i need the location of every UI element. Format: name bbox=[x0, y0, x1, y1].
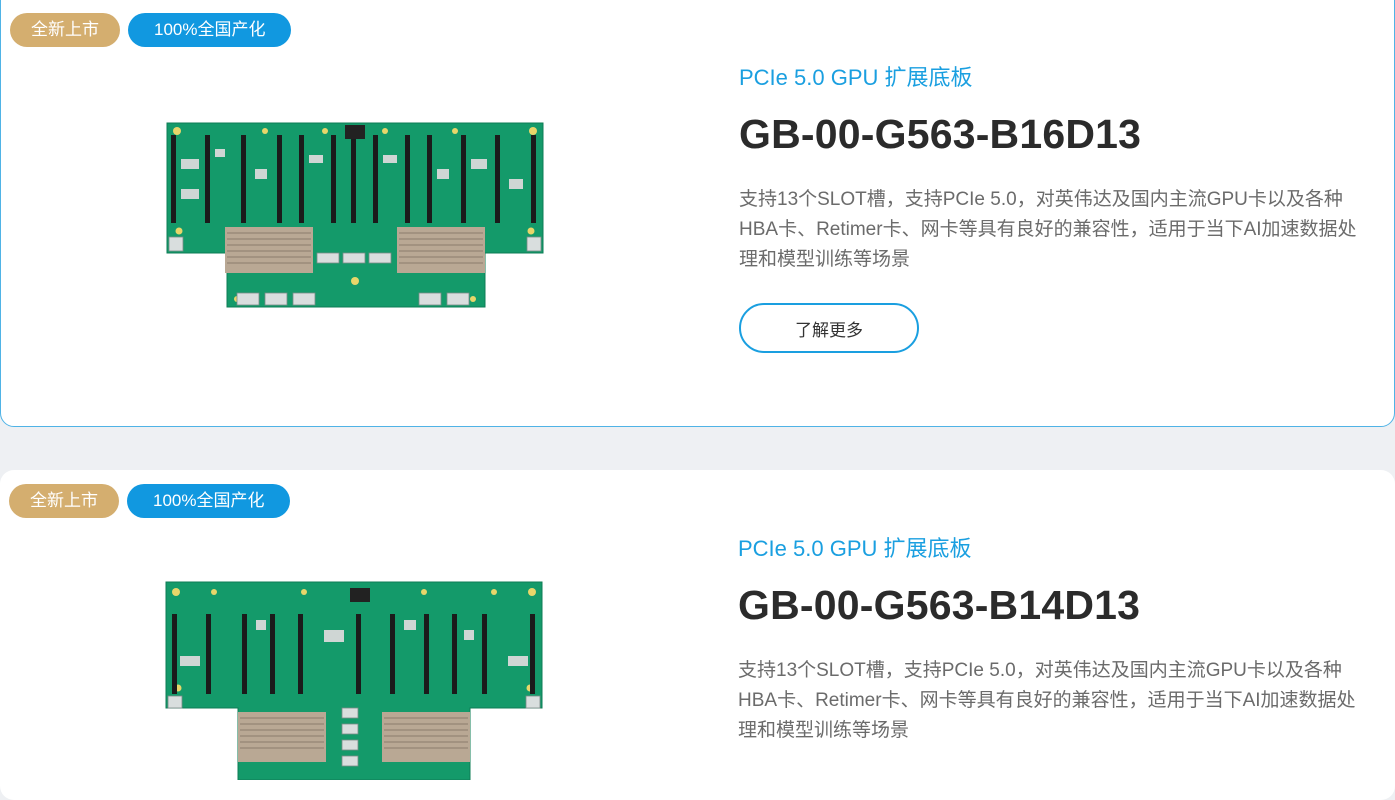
product-description: 支持13个SLOT槽，支持PCIe 5.0，对英伟达及国内主流GPU卡以及各种H… bbox=[739, 189, 1357, 270]
product-image bbox=[166, 122, 544, 308]
product-image bbox=[165, 581, 543, 780]
product-category: PCIe 5.0 GPU 扩展底板 bbox=[738, 536, 972, 561]
badge-group: 全新上市 100%全国产化 bbox=[10, 13, 292, 47]
product-card: 全新上市 100%全国产化 PCIe 5.0 GPU 扩展底板 GB-00-G5… bbox=[0, 0, 1395, 427]
product-model: GB-00-G563-B14D13 bbox=[738, 582, 1141, 628]
new-release-badge: 全新上市 bbox=[10, 13, 120, 47]
product-category: PCIe 5.0 GPU 扩展底板 bbox=[739, 65, 973, 90]
new-release-badge: 全新上市 bbox=[9, 484, 119, 518]
product-card: 全新上市 100%全国产化 PCIe 5.0 GPU 扩展底板 GB-00-G5… bbox=[0, 470, 1395, 800]
badge-group: 全新上市 100%全国产化 bbox=[9, 484, 291, 518]
product-model: GB-00-G563-B16D13 bbox=[739, 111, 1142, 157]
product-description: 支持13个SLOT槽，支持PCIe 5.0，对英伟达及国内主流GPU卡以及各种H… bbox=[738, 660, 1356, 741]
learn-more-button[interactable]: 了解更多 bbox=[739, 303, 919, 353]
product-info: PCIe 5.0 GPU 扩展底板 GB-00-G563-B14D13 支持13… bbox=[738, 536, 1368, 746]
domestic-badge: 100%全国产化 bbox=[127, 484, 291, 518]
product-info: PCIe 5.0 GPU 扩展底板 GB-00-G563-B16D13 支持13… bbox=[739, 65, 1369, 353]
domestic-badge: 100%全国产化 bbox=[128, 13, 292, 47]
